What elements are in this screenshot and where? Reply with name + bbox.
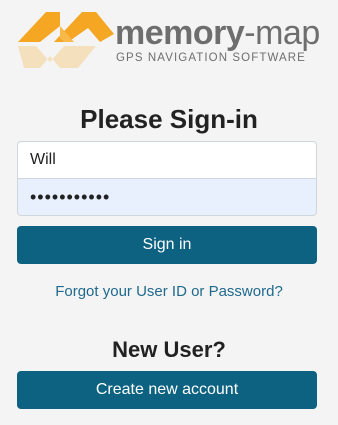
new-user-title: New User? (112, 337, 226, 362)
username-field[interactable] (17, 141, 317, 179)
logo-chevron-icon (18, 12, 114, 68)
logo-tagline: GPS NAVIGATION SOFTWARE (116, 52, 306, 64)
sign-in-button[interactable]: Sign in (17, 226, 317, 264)
signin-title: Please Sign-in (80, 104, 258, 134)
create-account-button[interactable]: Create new account (17, 371, 317, 409)
logo-wordmark: memory-map (115, 14, 320, 52)
login-page: memory-map GPS NAVIGATION SOFTWARE Pleas… (0, 0, 338, 425)
memory-map-logo: memory-map GPS NAVIGATION SOFTWARE (16, 6, 326, 76)
forgot-credentials-link[interactable]: Forgot your User ID or Password? (0, 283, 338, 300)
password-field[interactable] (17, 178, 317, 216)
